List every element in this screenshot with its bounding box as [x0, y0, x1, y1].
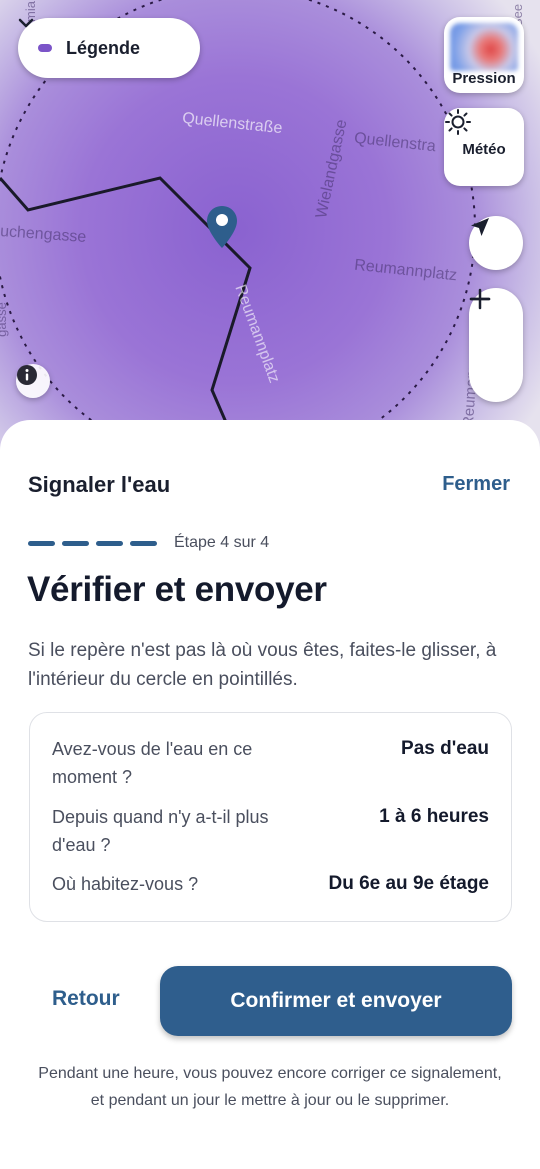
location-marker-icon[interactable]	[205, 204, 239, 252]
summary-row: Depuis quand n'y a-t-il plus d'eau ? 1 à…	[52, 803, 489, 859]
footnote-text: Pendant une heure, vous pouvez encore co…	[38, 1065, 502, 1109]
street-label: gasse	[0, 302, 9, 337]
page-title: Vérifier et envoyer	[27, 570, 327, 609]
legend-swatch	[38, 44, 52, 52]
summary-question: Où habitez-vous ?	[52, 874, 199, 894]
legend-label: Légende	[66, 37, 141, 58]
meteo-label: Météo	[462, 140, 506, 158]
sun-icon	[445, 109, 471, 135]
report-sheet: Signaler l'eau Fermer Étape 4 sur 4 Véri…	[0, 420, 540, 1169]
summary-answer: Du 6e au 9e étage	[328, 873, 489, 894]
confirm-send-button[interactable]: Confirmer et envoyer	[160, 966, 512, 1036]
back-button[interactable]: Retour	[52, 987, 120, 1011]
instructions-text: Si le repère n'est pas là où vous êtes, …	[28, 640, 497, 690]
sheet-title: Signaler l'eau	[28, 472, 171, 497]
pression-thumbnail	[450, 23, 518, 71]
zoom-control	[469, 288, 523, 402]
summary-answer: Pas d'eau	[401, 738, 489, 759]
progress-segment	[28, 540, 55, 546]
summary-answer: 1 à 6 heures	[379, 806, 489, 827]
my-location-button[interactable]	[469, 216, 523, 270]
pression-layer-button[interactable]: Pression	[444, 17, 524, 93]
summary-card: Avez-vous de l'eau en ce moment ? Pas d'…	[29, 712, 512, 922]
meteo-layer-button[interactable]: Météo	[444, 108, 524, 186]
progress-segment	[62, 540, 89, 546]
map[interactable]: Quellenstraße Quellenstra Wielandgasse u…	[0, 0, 540, 450]
progress-segment	[130, 540, 157, 546]
progress-segment	[96, 540, 123, 546]
map-info-button[interactable]	[16, 364, 50, 398]
chevron-down-icon	[18, 18, 34, 28]
info-icon	[17, 365, 37, 385]
zoom-out-icon[interactable]	[469, 288, 491, 310]
summary-row: Où habitez-vous ? Du 6e au 9e étage	[52, 870, 489, 898]
summary-question: Avez-vous de l'eau en ce moment ?	[52, 739, 253, 787]
summary-question: Depuis quand n'y a-t-il plus d'eau ?	[52, 807, 269, 855]
legend-button[interactable]: Légende	[18, 18, 200, 78]
summary-row: Avez-vous de l'eau en ce moment ? Pas d'…	[52, 735, 489, 791]
step-progress: Étape 4 sur 4	[28, 534, 269, 552]
navigation-arrow-icon	[471, 218, 489, 236]
step-label: Étape 4 sur 4	[174, 534, 270, 551]
close-button[interactable]: Fermer	[442, 473, 510, 496]
pression-label: Pression	[452, 70, 516, 87]
